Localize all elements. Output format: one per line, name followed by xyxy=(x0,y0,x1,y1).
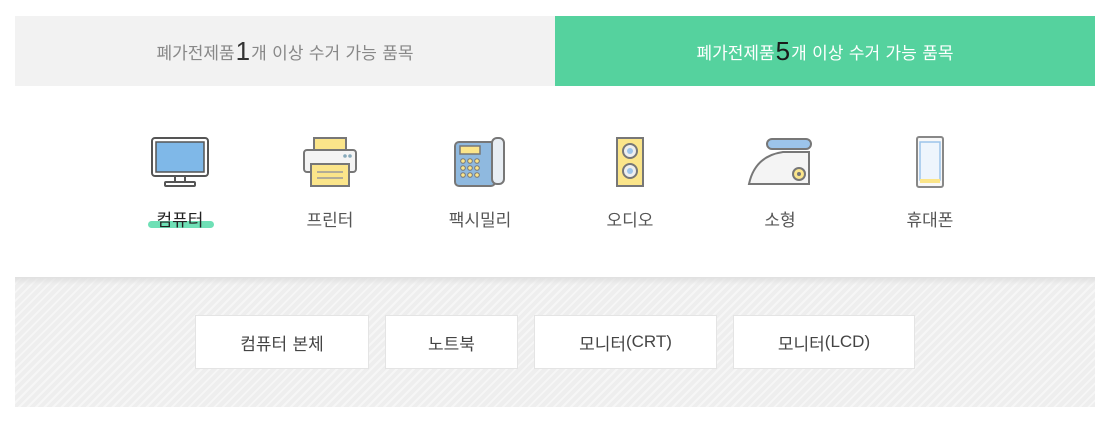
category-list: 컴퓨터 프린터 팩시밀리 오디오 소형 휴대폰 xyxy=(105,128,1005,238)
tab-5-prefix: 폐가전제품 xyxy=(696,43,775,64)
category-printer[interactable]: 프린터 xyxy=(255,128,405,238)
category-label: 컴퓨터 xyxy=(156,211,204,231)
sub-item-computer-body[interactable]: 컴퓨터 본체 xyxy=(195,315,369,369)
speaker-icon xyxy=(595,128,665,188)
tab-5-items[interactable]: 폐가전제품 5 개 이상 수거 가능 품목 xyxy=(555,16,1095,86)
sub-item-type: (CRT) xyxy=(625,332,672,351)
category-label: 프린터 xyxy=(306,211,354,231)
sub-item-laptop[interactable]: 노트북 xyxy=(385,315,518,369)
sub-item-label: 컴퓨터 본체 xyxy=(240,334,324,355)
phone-icon xyxy=(895,128,965,188)
category-label: 오디오 xyxy=(606,211,654,231)
sub-item-label: 모니터 xyxy=(579,334,626,355)
sub-item-panel: 컴퓨터 본체 노트북 모니터 (CRT) 모니터 (LCD) xyxy=(15,277,1095,407)
sub-item-type: (LCD) xyxy=(824,332,871,351)
tab-1-prefix: 폐가전제품 xyxy=(156,43,235,64)
monitor-icon xyxy=(145,128,215,188)
iron-icon xyxy=(745,128,815,188)
sub-item-label: 노트북 xyxy=(428,334,475,355)
tab-1-number: 1 xyxy=(235,35,251,66)
printer-icon xyxy=(295,128,365,188)
tab-5-suffix: 개 이상 수거 가능 품목 xyxy=(791,43,954,64)
sub-item-label: 모니터 xyxy=(777,334,825,355)
category-phone[interactable]: 휴대폰 xyxy=(855,128,1005,238)
category-small[interactable]: 소형 xyxy=(705,128,855,238)
fax-icon xyxy=(445,128,515,188)
category-computer[interactable]: 컴퓨터 xyxy=(105,128,255,238)
tab-1-item[interactable]: 폐가전제품 1 개 이상 수거 가능 품목 xyxy=(15,16,555,86)
tab-1-suffix: 개 이상 수거 가능 품목 xyxy=(251,43,414,64)
category-label: 휴대폰 xyxy=(906,211,954,231)
tab-bar: 폐가전제품 1 개 이상 수거 가능 품목 폐가전제품 5 개 이상 수거 가능… xyxy=(15,16,1095,86)
tab-5-number: 5 xyxy=(775,35,791,66)
sub-item-monitor-lcd[interactable]: 모니터 (LCD) xyxy=(733,315,915,369)
category-label: 팩시밀리 xyxy=(448,211,512,231)
sub-item-monitor-crt[interactable]: 모니터 (CRT) xyxy=(534,315,717,369)
category-audio[interactable]: 오디오 xyxy=(555,128,705,238)
category-fax[interactable]: 팩시밀리 xyxy=(405,128,555,238)
category-label: 소형 xyxy=(764,211,796,231)
